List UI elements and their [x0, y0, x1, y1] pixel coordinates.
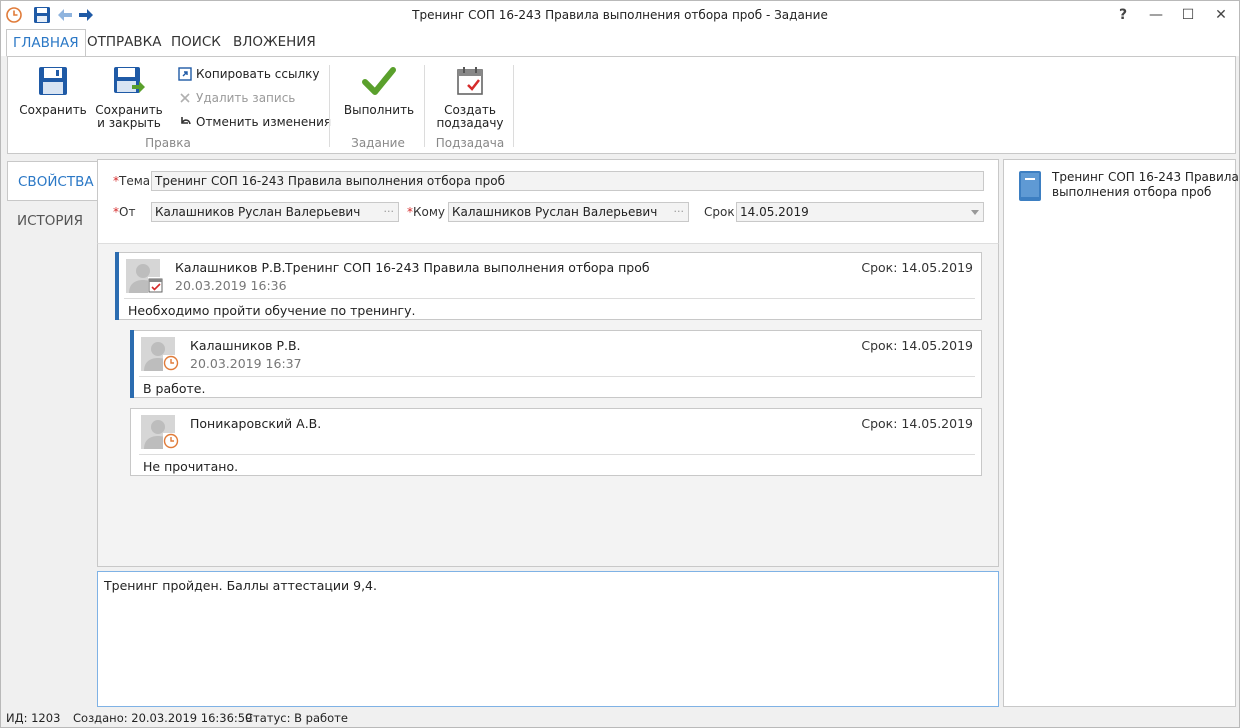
comment-card: Поникаровский А.В. Срок: 14.05.2019 Не п…	[130, 408, 982, 476]
ribbon-separator	[329, 65, 330, 147]
related-document-title: Тренинг СОП 16-243 Правила выполнения от…	[1052, 170, 1239, 199]
divider	[139, 454, 975, 455]
comment-thread: Калашников Р.В. Тренинг СОП 16-243 Прави…	[97, 243, 999, 567]
subject-label: *Тема	[113, 174, 151, 188]
properties-panel: *Тема Тренинг СОП 16-243 Правила выполне…	[97, 159, 999, 243]
comment-date: 20.03.2019 16:36	[175, 278, 287, 293]
side-tabs: СВОЙСТВА ИСТОРИЯ	[7, 161, 98, 706]
tab-history[interactable]: ИСТОРИЯ	[7, 201, 98, 241]
comment-body: В работе.	[143, 381, 206, 396]
create-subtask-label-2: подзадачу	[436, 116, 504, 130]
save-button[interactable]: Сохранить	[18, 65, 88, 117]
to-field[interactable]: Калашников Руслан Валерьевич ···	[448, 202, 689, 222]
card-accent	[130, 330, 134, 398]
calendar-check-icon	[457, 67, 483, 95]
to-label: *Кому	[407, 205, 446, 219]
group-subtask-label: Подзадача	[435, 136, 505, 150]
subject-field[interactable]: Тренинг СОП 16-243 Правила выполнения от…	[151, 171, 984, 191]
copy-link-label: Копировать ссылку	[196, 67, 320, 81]
comment-due: Срок: 14.05.2019	[861, 338, 973, 353]
book-icon	[1019, 171, 1041, 201]
save-close-icon	[114, 67, 145, 93]
undo-icon	[181, 117, 191, 125]
ribbon-tabs: ГЛАВНАЯ ОТПРАВКА ПОИСК ВЛОЖЕНИЯ	[1, 29, 1239, 57]
complete-button[interactable]: Выполнить	[342, 65, 416, 117]
comment-card: Калашников Р.В. Тренинг СОП 16-243 Прави…	[115, 252, 982, 320]
from-field[interactable]: Калашников Руслан Валерьевич ···	[151, 202, 399, 222]
window: Тренинг СОП 16-243 Правила выполнения от…	[0, 0, 1240, 728]
undo-changes-button[interactable]: Отменить изменения	[176, 112, 331, 132]
comment-body: Необходимо пройти обучение по тренингу.	[128, 303, 416, 318]
delete-icon	[180, 93, 190, 103]
copy-link-button[interactable]: Копировать ссылку	[176, 64, 319, 84]
minimize-button[interactable]: —	[1145, 5, 1167, 25]
checkmark-icon	[362, 67, 396, 95]
due-label: Срок	[704, 205, 735, 219]
tab-main[interactable]: ГЛАВНАЯ	[6, 29, 86, 57]
reply-input[interactable]: Тренинг пройден. Баллы аттестации 9,4.	[97, 571, 999, 707]
chevron-down-icon[interactable]	[971, 210, 979, 215]
clock-icon	[163, 433, 179, 449]
save-close-button[interactable]: Сохранить и закрыть	[94, 65, 164, 130]
from-label: *От	[113, 205, 136, 219]
divider	[124, 298, 975, 299]
task-check-icon	[148, 277, 164, 293]
comment-author: Калашников Р.В.	[190, 338, 301, 353]
delete-record-label: Удалить запись	[196, 91, 296, 105]
window-title: Тренинг СОП 16-243 Правила выполнения от…	[412, 8, 828, 22]
comment-body: Не прочитано.	[143, 459, 239, 474]
tab-properties[interactable]: СВОЙСТВА	[7, 161, 98, 201]
save-label: Сохранить	[19, 103, 87, 117]
ribbon: Сохранить Сохранить и закрыть Копировать…	[7, 56, 1236, 154]
comment-author: Калашников Р.В.	[175, 260, 286, 275]
complete-label: Выполнить	[343, 103, 415, 117]
comment-subject: Тренинг СОП 16-243 Правила выполнения от…	[285, 260, 650, 275]
title-bar: Тренинг СОП 16-243 Правила выполнения от…	[1, 1, 1239, 29]
save-close-label-2: и закрыть	[97, 116, 161, 130]
tab-search[interactable]: ПОИСК	[165, 29, 227, 56]
delete-record-button[interactable]: Удалить запись	[176, 88, 295, 108]
comment-author: Поникаровский А.В.	[190, 416, 322, 431]
ribbon-separator	[513, 65, 514, 147]
group-task-label: Задание	[351, 136, 405, 150]
close-button[interactable]: ✕	[1210, 5, 1232, 25]
comment-due: Срок: 14.05.2019	[861, 416, 973, 431]
due-date-picker[interactable]: 14.05.2019	[736, 202, 984, 222]
status-created: Создано: 20.03.2019 16:36:59	[73, 711, 253, 725]
undo-changes-label: Отменить изменения	[196, 115, 332, 129]
to-browse-icon[interactable]: ···	[674, 203, 685, 221]
save-icon	[39, 67, 67, 95]
group-edit-label: Правка	[145, 136, 191, 150]
status-state: Статус: В работе	[245, 711, 348, 725]
comment-card: Калашников Р.В. 20.03.2019 16:37 Срок: 1…	[130, 330, 982, 398]
status-id: ИД: 1203	[6, 711, 61, 725]
help-button[interactable]: ?	[1112, 5, 1134, 25]
comment-due: Срок: 14.05.2019	[861, 260, 973, 275]
ribbon-separator	[424, 65, 425, 147]
related-documents-pane: Тренинг СОП 16-243 Правила выполнения от…	[1003, 159, 1239, 707]
comment-date: 20.03.2019 16:37	[190, 356, 302, 371]
divider	[139, 376, 975, 377]
maximize-button[interactable]: ☐	[1177, 5, 1199, 25]
create-subtask-button[interactable]: Создать подзадачу	[432, 65, 508, 130]
copy-link-icon	[178, 67, 192, 81]
clock-icon	[163, 355, 179, 371]
related-document-item[interactable]: Тренинг СОП 16-243 Правила выполнения от…	[1016, 168, 1239, 208]
card-accent	[115, 252, 119, 320]
tab-send[interactable]: ОТПРАВКА	[81, 29, 167, 56]
tab-attachments[interactable]: ВЛОЖЕНИЯ	[227, 29, 322, 56]
from-browse-icon[interactable]: ···	[384, 203, 395, 221]
status-bar: ИД: 1203 Создано: 20.03.2019 16:36:59 Ст…	[1, 709, 1239, 728]
